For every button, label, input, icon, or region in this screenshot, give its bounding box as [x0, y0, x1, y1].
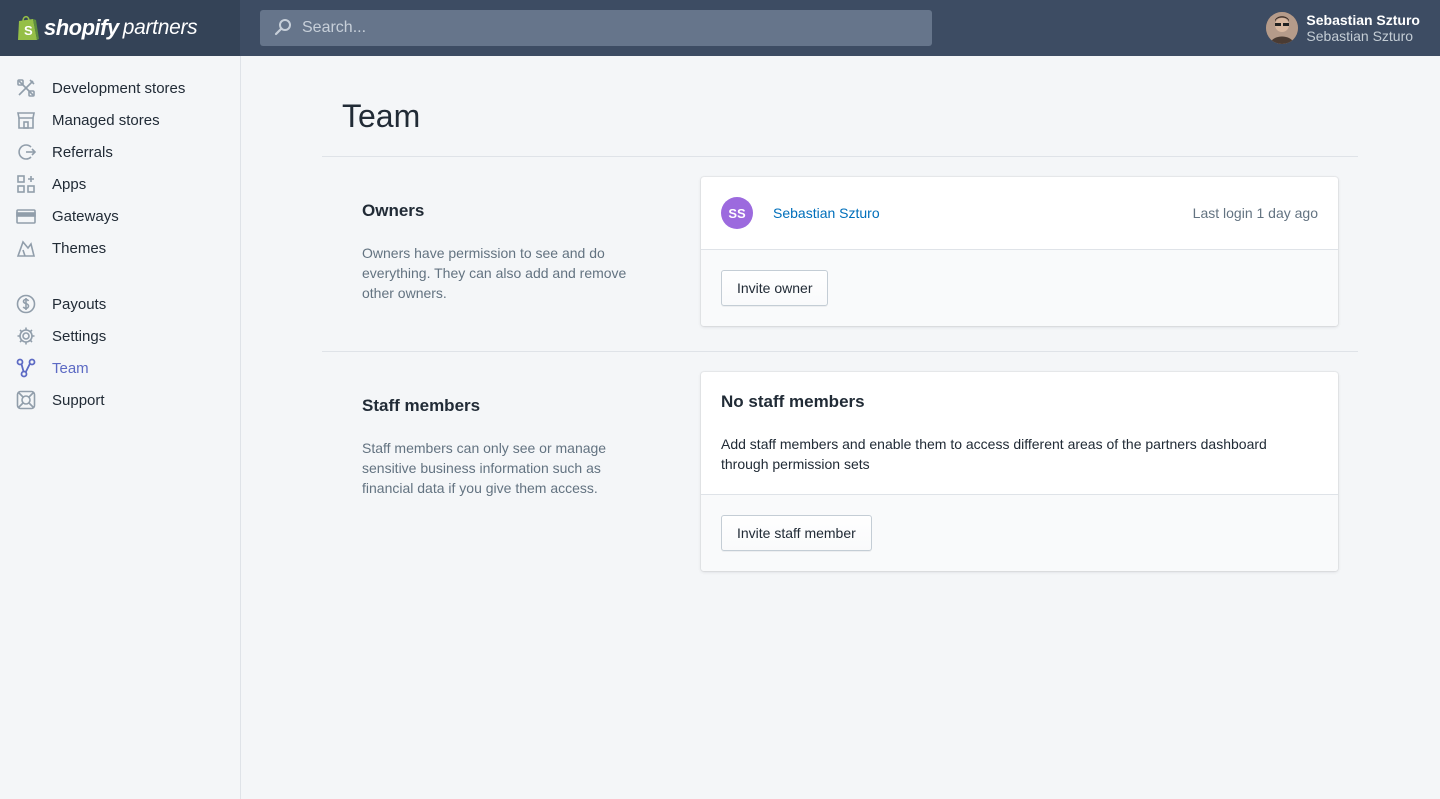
payouts-icon: [16, 294, 36, 314]
staff-card: No staff members Add staff members and e…: [701, 372, 1338, 571]
sidebar-item-apps[interactable]: Apps: [0, 168, 240, 200]
owners-card: SS Sebastian Szturo Last login 1 day ago…: [701, 177, 1338, 326]
search-icon: [274, 18, 292, 39]
sidebar-item-label: Referrals: [52, 143, 113, 161]
sidebar-item-gateways[interactable]: Gateways: [0, 200, 240, 232]
sidebar-item-label: Themes: [52, 239, 107, 257]
support-icon: [16, 390, 36, 410]
sidebar-item-label: Apps: [52, 175, 87, 193]
brand-name: shopify: [44, 15, 119, 40]
sidebar-secondary-group: Payouts Settings Team Support: [0, 288, 240, 416]
owners-title: Owners: [362, 201, 425, 220]
user-menu[interactable]: Sebastian Szturo Sebastian Szturo: [1266, 12, 1420, 44]
divider: [322, 351, 1358, 352]
staff-empty-heading: No staff members: [721, 392, 865, 411]
sidebar: Development stores Managed stores Referr…: [0, 56, 241, 799]
search-input[interactable]: [302, 19, 922, 37]
gateways-icon: [16, 206, 36, 226]
owners-description: Owners have permission to see and do eve…: [362, 245, 627, 301]
staff-card-footer: Invite staff member: [701, 494, 1338, 571]
referrals-icon: [16, 142, 36, 162]
staff-annotation: Staff members Staff members can only see…: [362, 396, 632, 498]
staff-empty-text: Add staff members and enable them to acc…: [721, 436, 1267, 472]
sidebar-item-payouts[interactable]: Payouts: [0, 288, 240, 320]
staff-title: Staff members: [362, 396, 481, 415]
sidebar-item-label: Gateways: [52, 207, 119, 225]
main-content: Team Owners Owners have permission to se…: [241, 56, 1440, 799]
development-stores-icon: [16, 78, 36, 98]
staff-description: Staff members can only see or manage sen…: [362, 440, 607, 496]
team-icon: [16, 358, 36, 378]
staff-empty-state: No staff members Add staff members and e…: [701, 372, 1338, 494]
user-org: Sebastian Szturo: [1306, 28, 1414, 44]
page-title: Team: [342, 98, 421, 134]
owners-card-footer: Invite owner: [701, 249, 1338, 326]
user-name: Sebastian Szturo: [1306, 12, 1420, 28]
themes-icon: [16, 238, 36, 258]
search-bar[interactable]: [260, 10, 932, 46]
sidebar-item-managed-stores[interactable]: Managed stores: [0, 104, 240, 136]
top-bar: S shopify partners Sebastian S: [0, 0, 1440, 56]
svg-text:S: S: [24, 23, 33, 38]
managed-stores-icon: [16, 110, 36, 130]
owner-avatar: SS: [721, 197, 753, 229]
owner-row: SS Sebastian Szturo Last login 1 day ago: [701, 177, 1338, 249]
invite-staff-member-button[interactable]: Invite staff member: [721, 515, 872, 551]
owners-annotation: Owners Owners have permission to see and…: [362, 201, 632, 303]
sidebar-item-label: Development stores: [52, 79, 186, 97]
sidebar-item-label: Payouts: [52, 295, 107, 313]
brand-logo[interactable]: S shopify partners: [0, 0, 240, 56]
sidebar-item-team[interactable]: Team: [0, 352, 240, 384]
divider: [322, 156, 1358, 157]
sidebar-item-referrals[interactable]: Referrals: [0, 136, 240, 168]
sidebar-item-themes[interactable]: Themes: [0, 232, 240, 264]
sidebar-item-label: Settings: [52, 327, 107, 345]
shopify-bag-icon: S: [16, 14, 40, 42]
invite-owner-button[interactable]: Invite owner: [721, 270, 829, 306]
sidebar-item-label: Team: [52, 359, 89, 377]
sidebar-item-settings[interactable]: Settings: [0, 320, 240, 352]
sidebar-item-label: Support: [52, 391, 105, 409]
owner-name-link[interactable]: Sebastian Szturo: [773, 205, 880, 221]
settings-icon: [16, 326, 36, 346]
sidebar-item-development-stores[interactable]: Development stores: [0, 72, 240, 104]
sidebar-item-label: Managed stores: [52, 111, 160, 129]
avatar: [1266, 12, 1299, 44]
apps-icon: [16, 174, 36, 194]
last-login-text: Last login 1 day ago: [1192, 205, 1318, 221]
brand-sub: partners: [122, 16, 198, 39]
sidebar-item-support[interactable]: Support: [0, 384, 240, 416]
sidebar-primary-group: Development stores Managed stores Referr…: [0, 72, 240, 264]
